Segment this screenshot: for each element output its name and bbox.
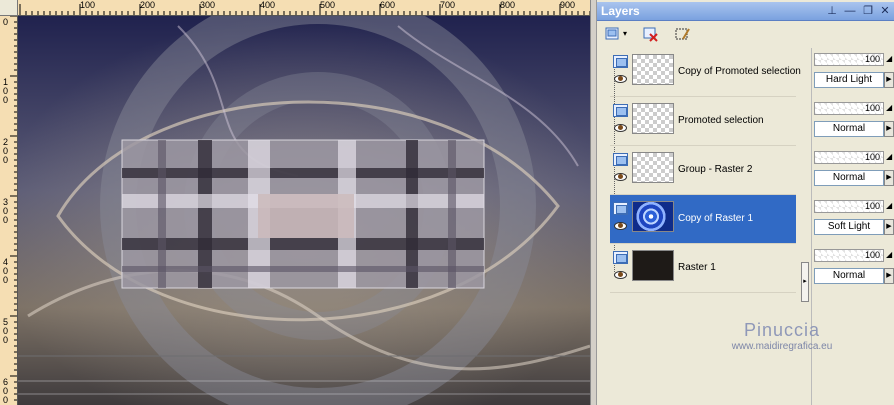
opacity-slider[interactable]: 100	[814, 102, 884, 115]
new-raster-layer-button[interactable]: ▾	[601, 24, 631, 44]
palette-title: Layers	[601, 4, 640, 18]
layer-list-scroll-handle[interactable]: ▸	[801, 262, 809, 302]
layer-props-row: 100 ◢ Normal ▶	[812, 97, 894, 146]
layer-props-row: 100 ◢ Hard Light ▶	[812, 48, 894, 97]
ruler-left: 0 100 200 300 400 500 600	[0, 16, 18, 405]
chevron-right-icon[interactable]: ▶	[884, 121, 894, 137]
ruler-top-label: 500	[320, 0, 336, 10]
raster-layer-icon	[613, 153, 628, 166]
layer-row-raster-1[interactable]: Raster 1	[610, 244, 796, 293]
ruler-left-label: 500	[3, 317, 9, 345]
slider-arrow-icon[interactable]: ◢	[886, 152, 892, 161]
ruler-top-label: 800	[500, 0, 516, 10]
dropdown-arrow-icon: ▾	[623, 29, 628, 38]
slider-arrow-icon[interactable]: ◢	[886, 250, 892, 259]
layer-name: Raster 1	[678, 262, 716, 273]
layer-row-copy-of-promoted-selection[interactable]: Copy of Promoted selection	[610, 48, 801, 97]
new-raster-layer-icon	[605, 27, 619, 40]
chevron-right-icon[interactable]: ▶	[884, 72, 894, 88]
layer-name: Group - Raster 2	[678, 164, 753, 175]
layer-name: Copy of Promoted selection	[678, 66, 801, 77]
opacity-slider[interactable]: 100	[814, 200, 884, 213]
chevron-right-icon[interactable]: ▶	[884, 170, 894, 186]
ruler-corner	[0, 0, 18, 16]
layer-thumbnail	[632, 103, 674, 134]
slider-arrow-icon[interactable]: ◢	[886, 201, 892, 210]
opacity-slider[interactable]: 100	[814, 249, 884, 262]
palette-titlebar[interactable]: Layers ⊥ — ❐ ✕	[597, 2, 894, 21]
opacity-slider[interactable]: 100	[814, 53, 884, 66]
ruler-left-label: 200	[3, 137, 9, 165]
visibility-eye-icon[interactable]	[614, 75, 627, 83]
layer-name: Promoted selection	[678, 115, 764, 126]
pin-icon[interactable]: ⊥	[825, 4, 839, 18]
ruler-top-label: 400	[260, 0, 276, 10]
raster-layer-icon	[613, 202, 628, 215]
ruler-top-label: 100	[80, 0, 96, 10]
watermark-url: www.maidiregrafica.eu	[731, 341, 833, 352]
plaid-panel	[121, 139, 485, 289]
ruler-top-label: 900	[560, 0, 576, 10]
layer-props-row: 100 ◢ Normal ▶	[812, 244, 894, 293]
layer-row-promoted-selection[interactable]: Promoted selection	[610, 97, 796, 146]
raster-layer-icon	[613, 251, 628, 264]
ruler-left-label: 0	[3, 17, 9, 27]
raster-layer-icon	[613, 55, 628, 68]
app-window: 100 200 300 400 500 600 700 800 900 0 10…	[0, 0, 894, 405]
blend-mode-select[interactable]: Normal	[814, 268, 884, 284]
layers-toolbar: ▾	[597, 22, 894, 46]
delete-layer-button[interactable]	[639, 24, 661, 44]
close-icon[interactable]: ✕	[878, 4, 892, 18]
blend-mode-select[interactable]: Soft Light	[814, 219, 884, 235]
blend-mode-select[interactable]: Normal	[814, 170, 884, 186]
edit-selection-button[interactable]	[671, 24, 693, 44]
visibility-eye-icon[interactable]	[614, 124, 627, 132]
ruler-left-label: 400	[3, 257, 9, 285]
layer-thumbnail	[632, 54, 674, 85]
ruler-left-label: 300	[3, 197, 9, 225]
layer-props-row: 100 ◢ Normal ▶	[812, 146, 894, 195]
blend-mode-select[interactable]: Hard Light	[814, 72, 884, 88]
layer-name: Copy of Raster 1	[678, 213, 754, 224]
edit-selection-icon	[675, 28, 690, 40]
layer-thumbnail	[632, 152, 674, 183]
layer-row-group-raster-2[interactable]: Group - Raster 2	[610, 146, 796, 195]
maximize-icon[interactable]: ❐	[861, 4, 875, 18]
visibility-eye-icon[interactable]	[614, 271, 627, 279]
canvas-artwork	[18, 16, 590, 405]
layer-thumbnail	[632, 250, 674, 281]
image-canvas[interactable]	[18, 16, 590, 405]
chevron-right-icon[interactable]: ▶	[884, 219, 894, 235]
chevron-right-icon[interactable]: ▶	[884, 268, 894, 284]
slider-arrow-icon[interactable]: ◢	[886, 54, 892, 63]
watermark: Pinuccia www.maidiregrafica.eu	[712, 320, 852, 352]
layer-row-copy-of-raster-1[interactable]: Copy of Raster 1	[610, 195, 796, 244]
layer-props-row: 100 ◢ Soft Light ▶	[812, 195, 894, 244]
blend-mode-select[interactable]: Normal	[814, 121, 884, 137]
ruler-top-label: 300	[200, 0, 216, 10]
minimize-icon[interactable]: —	[843, 4, 857, 18]
ruler-top-label: 200	[140, 0, 156, 10]
delete-layer-icon	[643, 27, 658, 42]
ruler-left-label: 100	[3, 77, 9, 105]
ruler-top: 100 200 300 400 500 600 700 800 900	[18, 0, 590, 16]
ruler-left-label: 600	[3, 377, 9, 405]
raster-layer-icon	[613, 104, 628, 117]
opacity-slider[interactable]: 100	[814, 151, 884, 164]
watermark-name: Pinuccia	[743, 320, 821, 340]
visibility-eye-icon[interactable]	[614, 173, 627, 181]
visibility-eye-icon[interactable]	[614, 222, 627, 230]
layer-thumbnail	[632, 201, 674, 232]
ruler-top-label: 600	[380, 0, 396, 10]
slider-arrow-icon[interactable]: ◢	[886, 103, 892, 112]
ruler-top-label: 700	[440, 0, 456, 10]
